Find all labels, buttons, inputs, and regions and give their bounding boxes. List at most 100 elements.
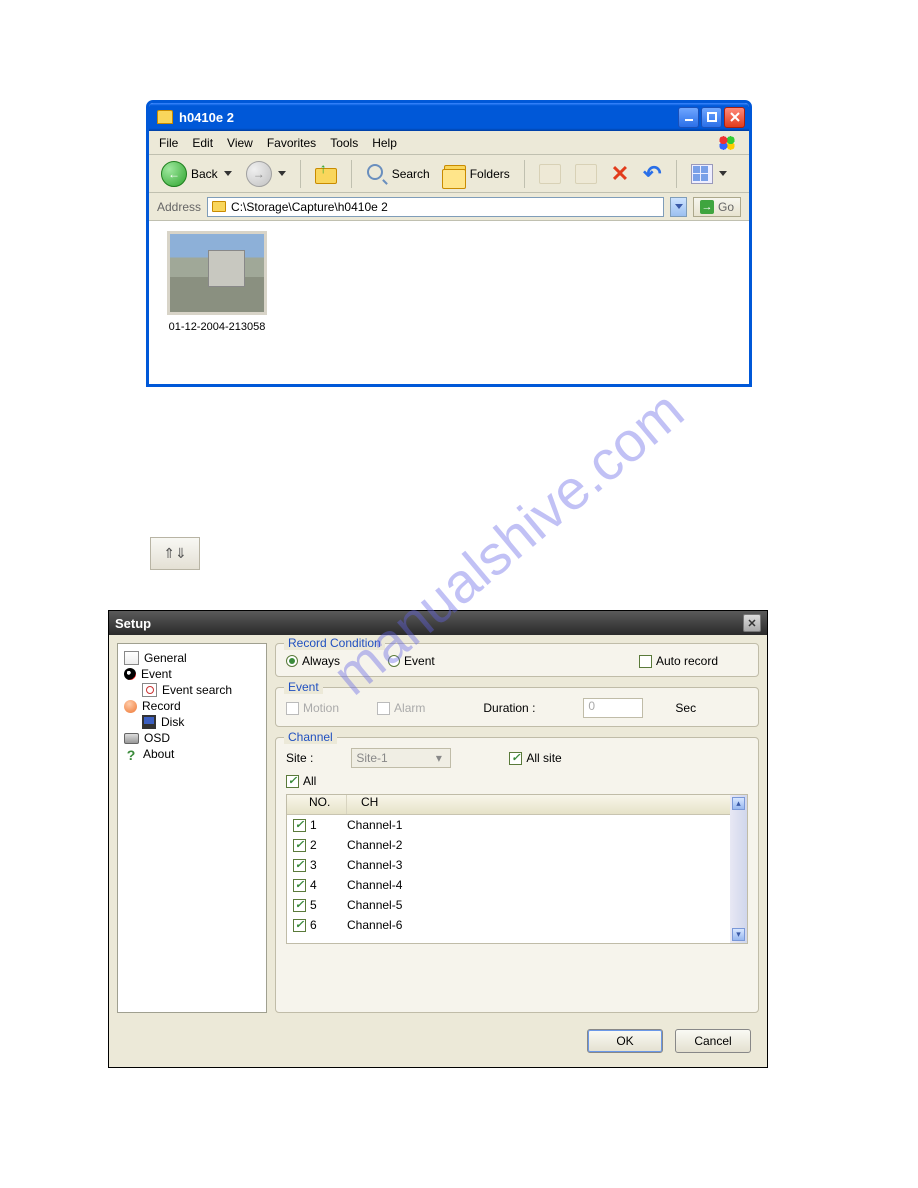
search-button[interactable]: Search: [362, 161, 434, 187]
check-label: Alarm: [394, 701, 425, 715]
search-icon: [366, 163, 388, 185]
tree-osd[interactable]: OSD: [122, 730, 262, 746]
file-thumb[interactable]: 01-12-2004-213058: [167, 231, 267, 333]
event-group: Event Motion Alarm Duration : 0 Sec: [275, 687, 759, 727]
row-ch: Channel-4: [347, 878, 402, 892]
go-label: Go: [718, 200, 734, 214]
tree-label: Record: [142, 699, 181, 713]
tree-event[interactable]: Event: [122, 666, 262, 682]
dialog-close-button[interactable]: ✕: [743, 614, 761, 632]
tree-disk[interactable]: Disk: [122, 714, 262, 730]
up-button[interactable]: [311, 162, 341, 186]
table-row[interactable]: 3Channel-3: [287, 855, 730, 875]
col-no[interactable]: NO.: [287, 795, 347, 814]
site-value: Site-1: [356, 751, 387, 765]
check-label: Motion: [303, 701, 339, 715]
views-button[interactable]: [687, 162, 731, 186]
minimize-button[interactable]: [678, 107, 699, 128]
scroll-down-icon[interactable]: ▾: [732, 928, 745, 941]
menu-file[interactable]: File: [159, 136, 178, 150]
menu-tools[interactable]: Tools: [330, 136, 358, 150]
folder-icon: [157, 110, 173, 124]
ok-button[interactable]: OK: [587, 1029, 663, 1053]
table-row[interactable]: 4 Channel-4: [287, 875, 730, 895]
address-dropdown[interactable]: [670, 197, 687, 217]
menu-help[interactable]: Help: [372, 136, 397, 150]
check-auto-record[interactable]: Auto record: [639, 654, 718, 668]
up-folder-icon: [315, 164, 337, 184]
scroll-up-icon[interactable]: ▴: [732, 797, 745, 810]
table-row[interactable]: 6Channel-6: [287, 915, 730, 935]
row-no: 6: [310, 918, 317, 932]
event-icon: [124, 668, 136, 680]
table-row[interactable]: 5Channel-5: [287, 895, 730, 915]
copy-to-icon: [575, 164, 597, 184]
row-ch: Channel-5: [347, 898, 402, 912]
delete-icon: ✕: [611, 161, 629, 187]
tree-general[interactable]: General: [122, 650, 262, 666]
back-caret-icon: [224, 171, 232, 176]
copy-to-button[interactable]: [571, 162, 601, 186]
tree-label: Event: [141, 667, 172, 681]
forward-button[interactable]: →: [242, 159, 290, 189]
tree-label: Event search: [162, 683, 232, 697]
radio-label: Event: [404, 654, 435, 668]
setup-dialog: Setup ✕ General Event Event search Recor…: [108, 610, 768, 1068]
tree-label: About: [143, 747, 174, 761]
chevron-down-icon: ▾: [431, 751, 446, 765]
tree-label: General: [144, 651, 187, 665]
menu-favorites[interactable]: Favorites: [267, 136, 316, 150]
scrollbar[interactable]: ▴ ▾: [730, 795, 747, 943]
separator: [524, 160, 525, 188]
channel-table: NO. CH 1Channel-1 2 Channel-2 3Channel-3 4 Ch…: [286, 794, 748, 944]
tree-about[interactable]: ?About: [122, 746, 262, 762]
table-row[interactable]: 1Channel-1: [287, 815, 730, 835]
radio-event[interactable]: Event: [388, 654, 435, 668]
tree-record[interactable]: Record: [122, 698, 262, 714]
address-input[interactable]: C:\Storage\Capture\h0410e 2: [207, 197, 664, 217]
check-motion: Motion: [286, 701, 339, 715]
separator: [300, 160, 301, 188]
row-no: 4: [310, 878, 317, 892]
delete-button[interactable]: ✕: [607, 159, 633, 189]
group-title: Event: [284, 680, 323, 694]
folders-button[interactable]: Folders: [440, 163, 514, 185]
row-check[interactable]: 1: [293, 818, 347, 832]
go-arrow-icon: →: [700, 200, 714, 214]
row-no: 1: [310, 818, 317, 832]
row-no: 2: [310, 838, 317, 852]
row-check[interactable]: 2: [293, 838, 347, 852]
tree-event-search[interactable]: Event search: [122, 682, 262, 698]
setup-button[interactable]: ⇑⇓: [150, 537, 200, 570]
row-ch: Channel-2: [347, 838, 402, 852]
row-check[interactable]: 4: [293, 878, 347, 892]
menu-edit[interactable]: Edit: [192, 136, 213, 150]
check-all[interactable]: All: [286, 774, 316, 788]
views-caret-icon: [719, 171, 727, 176]
check-all-site[interactable]: All site: [509, 751, 561, 765]
maximize-button[interactable]: [701, 107, 722, 128]
go-button[interactable]: → Go: [693, 197, 741, 217]
site-select[interactable]: Site-1 ▾: [351, 748, 451, 768]
group-title: Channel: [284, 730, 337, 744]
radio-always[interactable]: Always: [286, 654, 340, 668]
duration-input[interactable]: 0: [583, 698, 643, 718]
row-check[interactable]: 5: [293, 898, 347, 912]
row-check[interactable]: 6: [293, 918, 347, 932]
col-ch[interactable]: CH: [347, 795, 730, 814]
explorer-window: h0410e 2 File Edit View Favorites Tools …: [146, 100, 752, 387]
back-button[interactable]: ← Back: [157, 159, 236, 189]
back-label: Back: [191, 167, 218, 181]
search-label: Search: [392, 167, 430, 181]
menu-view[interactable]: View: [227, 136, 253, 150]
cancel-button[interactable]: Cancel: [675, 1029, 751, 1053]
table-row[interactable]: 2 Channel-2: [287, 835, 730, 855]
folders-label: Folders: [470, 167, 510, 181]
thumb-image: [167, 231, 267, 315]
file-pane: 01-12-2004-213058: [149, 221, 749, 384]
close-button[interactable]: [724, 107, 745, 128]
row-check[interactable]: 3: [293, 858, 347, 872]
separator: [351, 160, 352, 188]
move-to-button[interactable]: [535, 162, 565, 186]
undo-button[interactable]: ↶: [639, 159, 665, 189]
